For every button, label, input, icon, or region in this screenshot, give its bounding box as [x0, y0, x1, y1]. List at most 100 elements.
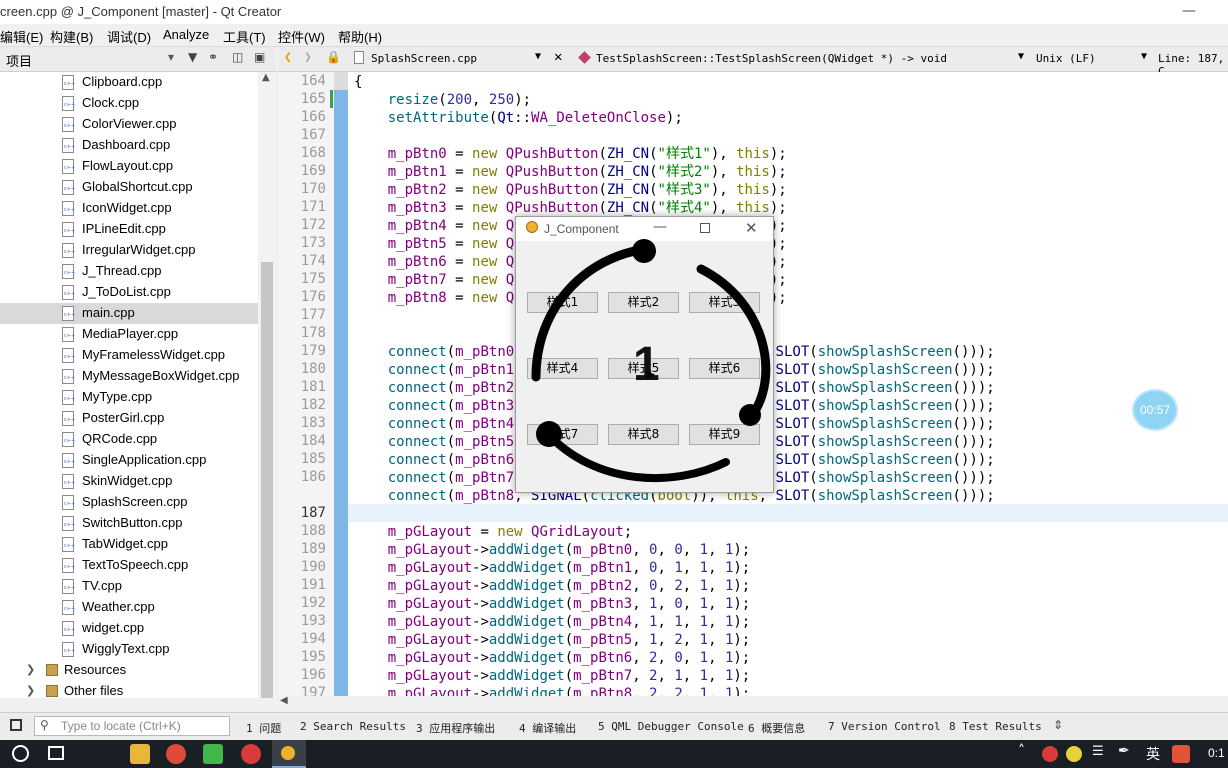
line-number: 164 — [300, 73, 326, 89]
file-explorer-icon[interactable] — [130, 744, 150, 764]
file-label: SwitchButton.cpp — [82, 515, 183, 530]
chevron-down-icon[interactable]: ▼ — [535, 51, 541, 62]
code-line: m_pGLayout->addWidget(m_pBtn3, 1, 0, 1, … — [387, 596, 751, 612]
folder-other-files[interactable]: ❯ Other files — [0, 681, 258, 702]
tab-search-results[interactable]: 2 Search Results — [300, 720, 406, 733]
qt-creator-icon[interactable] — [203, 744, 223, 764]
wifi-icon[interactable]: ☰ — [1092, 744, 1104, 759]
split-icon[interactable]: ◫ — [232, 50, 243, 64]
clock[interactable]: 0:1 — [1208, 746, 1225, 760]
list-item[interactable]: SwitchButton.cpp — [0, 513, 258, 534]
fold-region-marker[interactable] — [334, 90, 348, 696]
list-item[interactable]: GlobalShortcut.cpp — [0, 177, 258, 198]
tray-app-icon[interactable] — [1066, 746, 1082, 762]
code-line: m_pGLayout->addWidget(m_pBtn6, 2, 0, 1, … — [387, 650, 751, 666]
tab-test-results[interactable]: 8 Test Results — [949, 720, 1042, 733]
scroll-up-icon[interactable]: ▲ — [262, 72, 270, 83]
list-item[interactable]: WigglyText.cpp — [0, 639, 258, 660]
tab-qml-debugger-console[interactable]: 5 QML Debugger Console — [598, 720, 744, 733]
list-item-selected[interactable]: main.cpp — [0, 303, 258, 324]
open-file-combo[interactable]: SplashScreen.cpp — [371, 52, 477, 65]
scrollbar-thumb[interactable] — [261, 262, 273, 698]
list-item[interactable]: MyType.cpp — [0, 387, 258, 408]
ime-indicator[interactable]: 英 — [1146, 744, 1160, 764]
chevron-down-icon[interactable]: ▾ — [168, 50, 174, 64]
sogou-icon[interactable] — [1172, 745, 1190, 763]
minimize-button[interactable]: — — [1166, 0, 1212, 24]
scroll-left-icon[interactable]: ◀ — [280, 695, 288, 706]
tab-compile-output[interactable]: 4 编译输出 — [519, 720, 576, 736]
line-ending-combo[interactable]: Unix (LF) — [1036, 52, 1096, 65]
chevron-right-icon[interactable]: ❯ — [26, 684, 35, 697]
list-item[interactable]: J_ToDoList.cpp — [0, 282, 258, 303]
menu-debug[interactable]: 调试(D) — [107, 27, 151, 46]
tab-application-output[interactable]: 3 应用程序输出 — [416, 720, 495, 736]
list-item[interactable]: ColorViewer.cpp — [0, 114, 258, 135]
line-number: 183 — [300, 415, 326, 431]
list-item[interactable]: SplashScreen.cpp — [0, 492, 258, 513]
menu-build[interactable]: 构建(B) — [50, 27, 93, 46]
netease-music-icon[interactable] — [241, 744, 261, 764]
list-item[interactable]: J_Thread.cpp — [0, 261, 258, 282]
tab-issues[interactable]: 1 问题 — [246, 720, 281, 736]
locator-input[interactable]: ⚲ Type to locate (Ctrl+K) — [34, 716, 230, 736]
pen-icon[interactable]: ✒ — [1118, 743, 1130, 759]
chevron-down-icon[interactable]: ▼ — [1018, 51, 1024, 62]
code-line: m_pGLayout->addWidget(m_pBtn8, 2, 2, 1, … — [387, 686, 751, 696]
file-label: Dashboard.cpp — [82, 137, 171, 152]
chevron-up-icon[interactable]: ˄ — [1018, 743, 1025, 759]
timer-badge[interactable]: 00:57 — [1132, 389, 1178, 431]
list-item[interactable]: TabWidget.cpp — [0, 534, 258, 555]
list-item[interactable]: FlowLayout.cpp — [0, 156, 258, 177]
menu-help[interactable]: 帮助(H) — [338, 27, 382, 46]
chevron-down-icon[interactable]: ▼ — [1141, 51, 1147, 62]
forward-icon[interactable]: ❯ — [304, 50, 312, 65]
lock-icon[interactable]: 🔒 — [326, 50, 341, 64]
close-panel-icon[interactable]: ▣ — [254, 50, 265, 64]
menu-controls[interactable]: 控件(W) — [278, 27, 325, 46]
list-item[interactable]: Clipboard.cpp — [0, 72, 258, 93]
list-item[interactable]: Clock.cpp — [0, 93, 258, 114]
list-item[interactable]: MyMessageBoxWidget.cpp — [0, 366, 258, 387]
menu-analyze[interactable]: Analyze — [163, 27, 209, 42]
locator-placeholder: Type to locate (Ctrl+K) — [61, 719, 181, 733]
tab-version-control[interactable]: 7 Version Control — [828, 720, 941, 733]
up-down-arrows-icon[interactable]: ⇕ — [1053, 718, 1063, 732]
menu-tools[interactable]: 工具(T) — [223, 27, 266, 46]
list-item[interactable]: SingleApplication.cpp — [0, 450, 258, 471]
list-item[interactable]: MediaPlayer.cpp — [0, 324, 258, 345]
list-item[interactable]: MyFramelessWidget.cpp — [0, 345, 258, 366]
chrome-icon[interactable] — [166, 744, 186, 764]
list-item[interactable]: IconWidget.cpp — [0, 198, 258, 219]
filter-icon[interactable]: ▼ — [188, 50, 197, 64]
toggle-sidebar-icon[interactable] — [10, 719, 22, 731]
file-label: IPLineEdit.cpp — [82, 221, 166, 236]
list-item[interactable]: Weather.cpp — [0, 597, 258, 618]
cpp-file-icon — [62, 453, 75, 468]
list-item[interactable]: SkinWidget.cpp — [0, 471, 258, 492]
app-window[interactable]: J_Component — ✕ 样式1 样式2 样式3 样式4 样式5 样式6 … — [515, 216, 774, 493]
folder-resources[interactable]: ❯ Resources — [0, 660, 258, 681]
link-icon[interactable]: ⚭ — [208, 50, 218, 64]
list-item[interactable]: IPLineEdit.cpp — [0, 219, 258, 240]
list-item[interactable]: TextToSpeech.cpp — [0, 555, 258, 576]
chevron-right-icon[interactable]: ❯ — [26, 663, 35, 676]
list-item[interactable]: widget.cpp — [0, 618, 258, 639]
list-item[interactable]: PosterGirl.cpp — [0, 408, 258, 429]
task-view-icon[interactable] — [48, 746, 64, 760]
close-icon[interactable]: ✕ — [554, 49, 562, 65]
code-editor[interactable]: { resize(200, 250); setAttribute(Qt::WA_… — [348, 72, 1228, 696]
symbol-combo[interactable]: TestSplashScreen::TestSplashScreen(QWidg… — [596, 52, 947, 65]
menu-edit[interactable]: 编辑(E) — [0, 27, 43, 46]
project-panel-title[interactable]: 项目 — [6, 51, 32, 70]
line-number: 166 — [300, 109, 326, 125]
start-icon[interactable] — [12, 745, 29, 762]
tab-general-messages[interactable]: 6 概要信息 — [748, 720, 805, 736]
tray-music-icon[interactable] — [1042, 746, 1058, 762]
horizontal-scrollbar[interactable]: ◀ — [278, 695, 1228, 710]
list-item[interactable]: Dashboard.cpp — [0, 135, 258, 156]
back-icon[interactable]: ❮ — [284, 50, 292, 65]
list-item[interactable]: IrregularWidget.cpp — [0, 240, 258, 261]
list-item[interactable]: TV.cpp — [0, 576, 258, 597]
list-item[interactable]: QRCode.cpp — [0, 429, 258, 450]
